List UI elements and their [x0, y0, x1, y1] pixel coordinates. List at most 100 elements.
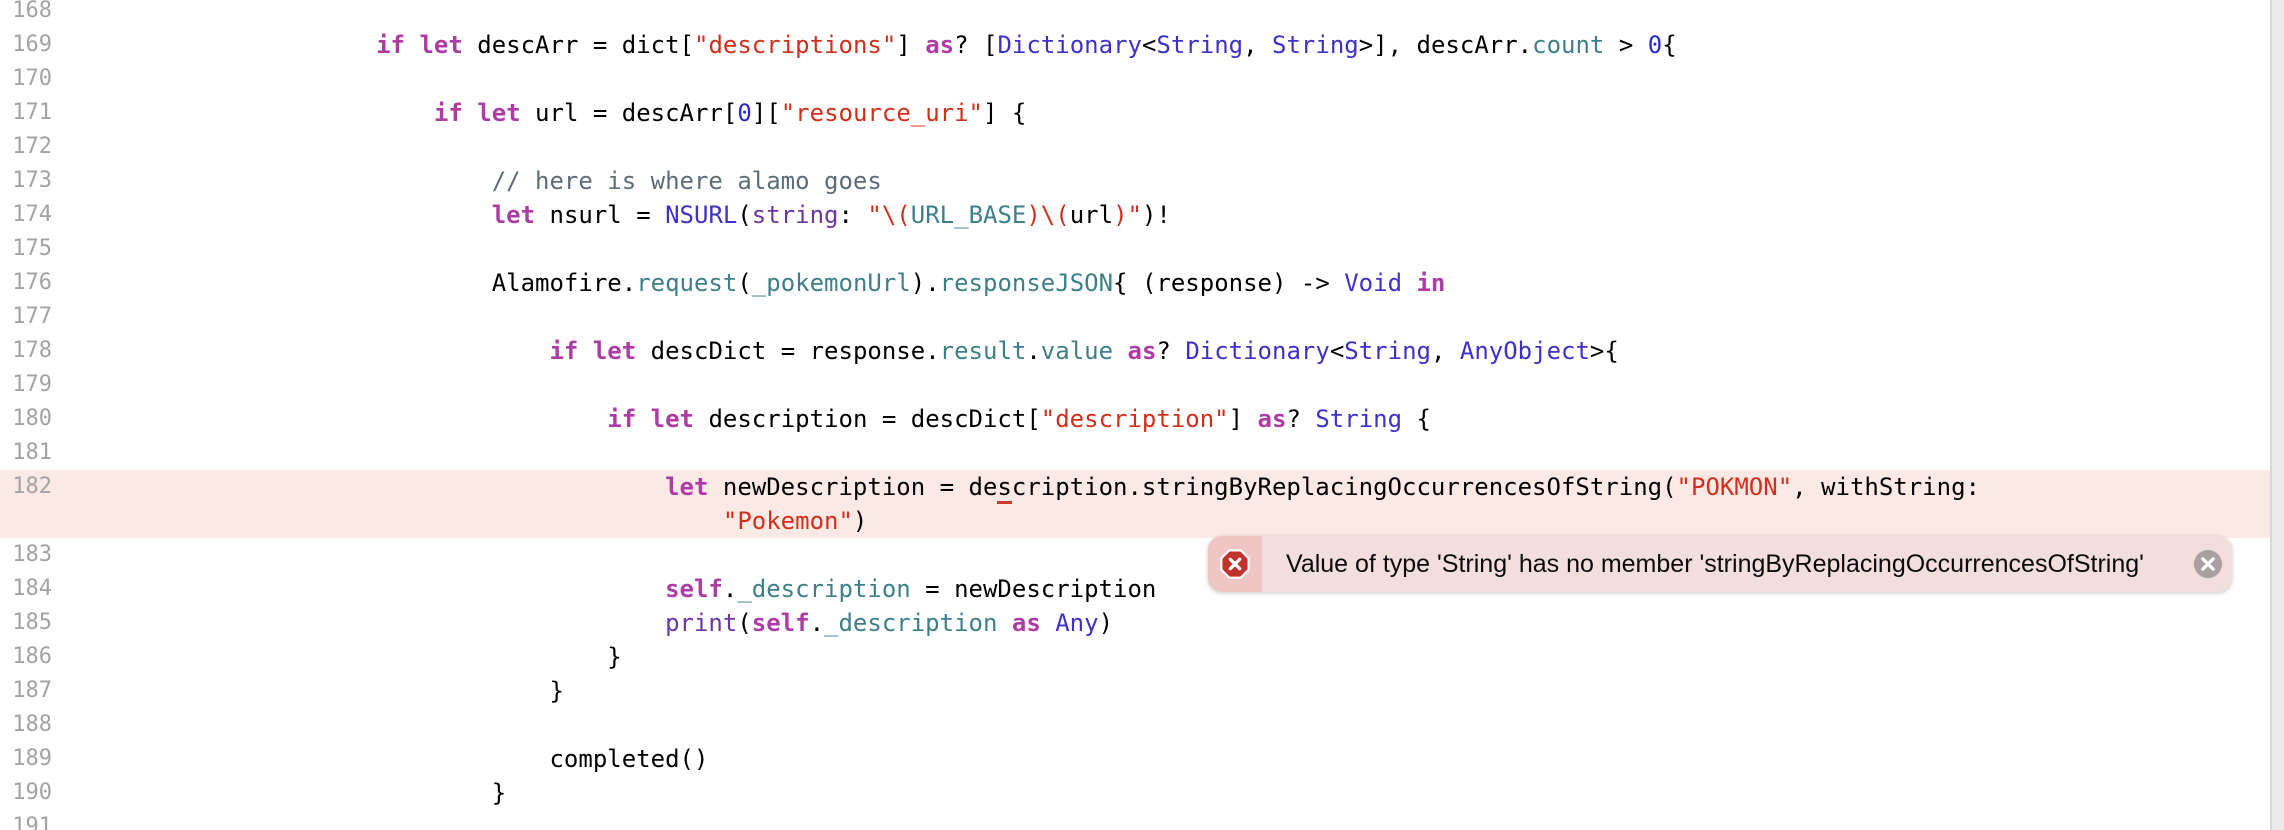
error-octagon-icon	[1220, 549, 1250, 579]
line-number-187[interactable]: 187	[0, 674, 52, 708]
line-number-182[interactable]: 182	[0, 470, 52, 504]
line-number-178[interactable]: 178	[0, 334, 52, 368]
line-number-171[interactable]: 171	[0, 96, 52, 130]
line-number-179[interactable]: 179	[0, 368, 52, 402]
error-banner[interactable]: Value of type 'String' has no member 'st…	[1208, 536, 2232, 592]
token-pl: ? [	[954, 31, 998, 59]
code-text: if let descArr = dict["descriptions"] as…	[116, 28, 1677, 62]
code-text: print(self._description as Any)	[116, 606, 1113, 640]
token-kw: let	[477, 99, 521, 127]
token-fn: string	[751, 201, 839, 229]
token-pl: url	[1069, 201, 1114, 229]
error-banner-icon-segment[interactable]	[1208, 536, 1262, 592]
line-number-blank[interactable]	[0, 504, 52, 538]
token-kw: if	[607, 405, 637, 433]
token-pl: ).	[910, 269, 940, 297]
line-number-175[interactable]: 175	[0, 232, 52, 266]
code-line-176[interactable]: 176 Alamofire.request(_pokemonUrl).respo…	[0, 266, 2270, 300]
code-line-191[interactable]: 191	[0, 810, 2270, 830]
token-pl: >{	[1589, 337, 1619, 365]
token-pl: }	[607, 643, 622, 671]
line-number-190[interactable]: 190	[0, 776, 52, 810]
line-number-181[interactable]: 181	[0, 436, 52, 470]
token-prop: _description	[737, 575, 911, 603]
code-line-168[interactable]: 168	[0, 0, 2270, 28]
code-text: completed()	[116, 742, 708, 776]
token-kw: if	[549, 337, 579, 365]
line-number-191[interactable]: 191	[0, 810, 52, 830]
code-line-169[interactable]: 169 if let descArr = dict["descriptions"…	[0, 28, 2270, 62]
line-number-172[interactable]: 172	[0, 130, 52, 164]
code-line-185[interactable]: 185 print(self._description as Any)	[0, 606, 2270, 640]
line-number-189[interactable]: 189	[0, 742, 52, 776]
token-pl: .	[722, 575, 738, 603]
token-kw: let	[419, 31, 463, 59]
code-line-174[interactable]: 174 let nsurl = NSURL(string: "\(URL_BAS…	[0, 198, 2270, 232]
code-line-171[interactable]: 171 if let url = descArr[0]["resource_ur…	[0, 96, 2270, 130]
code-line-182[interactable]: 182 let newDescription = description.str…	[0, 470, 2270, 505]
token-pl: { (response) ->	[1113, 269, 1345, 297]
code-line-173[interactable]: 173 // here is where alamo goes	[0, 164, 2270, 198]
token-pl: }	[491, 779, 507, 807]
line-number-176[interactable]: 176	[0, 266, 52, 300]
code-text: "Pokemon")	[116, 504, 868, 538]
code-line-wrap[interactable]: "Pokemon")	[0, 504, 2270, 538]
code-text: Alamofire.request(_pokemonUrl).responseJ…	[116, 266, 1446, 300]
code-text: if let description = descDict["descripti…	[116, 402, 1431, 436]
token-ty: AnyObject	[1459, 337, 1590, 365]
line-number-168[interactable]: 168	[0, 0, 52, 28]
code-line-178[interactable]: 178 if let descDict = response.result.va…	[0, 334, 2270, 368]
code-line-181[interactable]: 181	[0, 436, 2270, 470]
token-kw: as	[1127, 337, 1157, 365]
line-number-173[interactable]: 173	[0, 164, 52, 198]
token-pl: )	[1098, 609, 1114, 637]
code-line-180[interactable]: 180 if let description = descDict["descr…	[0, 402, 2270, 436]
token-pl: description = descDict[	[694, 405, 1041, 433]
code-line-179[interactable]: 179	[0, 368, 2270, 402]
line-number-177[interactable]: 177	[0, 300, 52, 334]
token-pl: newDescription = de	[708, 473, 998, 501]
token-pl: nsurl =	[535, 201, 666, 229]
token-prop: responseJSON	[939, 269, 1114, 297]
token-pl: (	[737, 269, 752, 297]
line-number-185[interactable]: 185	[0, 606, 52, 640]
token-fn: print	[665, 609, 738, 637]
line-number-170[interactable]: 170	[0, 62, 52, 96]
code-line-186[interactable]: 186 }	[0, 640, 2270, 674]
code-line-175[interactable]: 175	[0, 232, 2270, 266]
token-prop: count	[1532, 31, 1605, 59]
line-number-169[interactable]: 169	[0, 28, 52, 62]
line-number-174[interactable]: 174	[0, 198, 52, 232]
token-pl: :	[838, 201, 868, 229]
line-number-180[interactable]: 180	[0, 402, 52, 436]
code-line-189[interactable]: 189 completed()	[0, 742, 2270, 776]
line-number-186[interactable]: 186	[0, 640, 52, 674]
code-line-177[interactable]: 177	[0, 300, 2270, 334]
code-line-170[interactable]: 170	[0, 62, 2270, 96]
token-pl: }	[549, 677, 564, 705]
code-line-187[interactable]: 187 }	[0, 674, 2270, 708]
token-kw: in	[1416, 269, 1446, 297]
code-line-190[interactable]: 190 }	[0, 776, 2270, 810]
token-pl: completed()	[549, 745, 709, 773]
code-editor[interactable]: 168 169 if let descArr = dict["descriptio…	[0, 0, 2270, 830]
code-line-188[interactable]: 188	[0, 708, 2270, 742]
token-ty: Dictionary	[997, 31, 1142, 59]
token-ty: String	[1156, 31, 1244, 59]
line-number-183[interactable]: 183	[0, 538, 52, 572]
line-number-188[interactable]: 188	[0, 708, 52, 742]
error-banner-close-button[interactable]	[2193, 549, 2223, 579]
line-number-184[interactable]: 184	[0, 572, 52, 606]
token-str: "descriptions"	[694, 31, 897, 59]
code-line-172[interactable]: 172	[0, 130, 2270, 164]
token-pl: ,	[1243, 31, 1273, 59]
token-kw: if	[376, 31, 405, 59]
scrollbar-track[interactable]	[2270, 0, 2284, 830]
code-text: let nsurl = NSURL(string: "\(URL_BASE)\(…	[116, 198, 1171, 232]
token-ty: Dictionary	[1185, 337, 1330, 365]
